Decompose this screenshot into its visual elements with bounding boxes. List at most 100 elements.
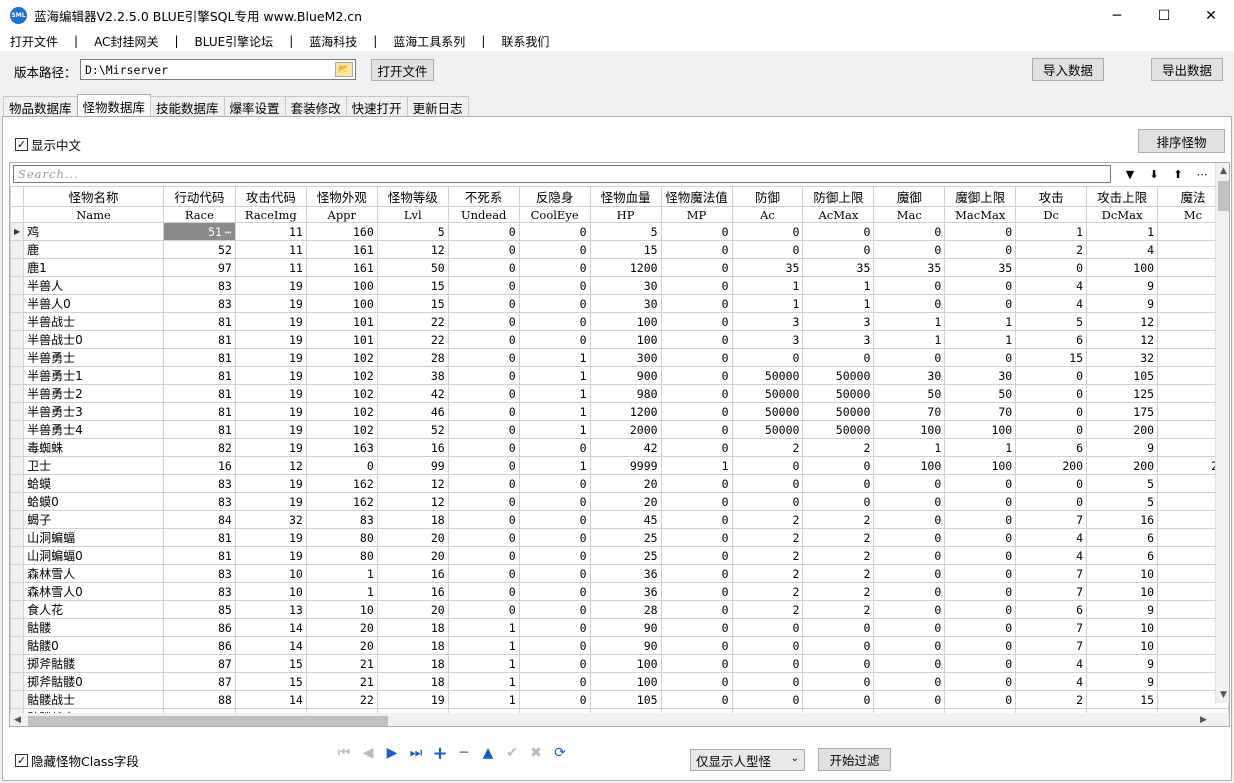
table-cell[interactable]: 86 [162,636,236,655]
table-cell[interactable]: 0 [944,294,1017,313]
table-cell[interactable]: 0 [518,672,591,691]
filter-icon[interactable]: ▼ [1118,166,1142,182]
table-cell[interactable]: 84 [162,510,236,529]
table-cell[interactable]: 0 [802,690,875,709]
table-cell[interactable]: 100 [305,276,378,295]
table-cell[interactable]: 1 [1086,222,1159,241]
table-row[interactable]: 蛤蟆 83 19 162 12 0 0 20 0 0 0 0 0 0 5 [10,474,1229,493]
column-header-cn[interactable]: 不死系 [447,186,520,207]
table-cell[interactable]: 0 [802,654,875,673]
table-cell[interactable]: 70 [944,402,1017,421]
table-cell[interactable]: 162 [305,474,378,493]
first-record-icon[interactable]: ⏮ [333,744,355,762]
table-cell[interactable]: 32 [1086,348,1159,367]
table-cell[interactable]: 7 [1015,582,1088,601]
column-header-cn[interactable]: 反隐身 [518,186,591,207]
table-cell[interactable]: 0 [1015,492,1088,511]
table-cell[interactable]: 0 [873,672,946,691]
table-cell[interactable]: 16 [376,564,449,583]
row-indicator[interactable] [10,276,25,295]
scroll-right-icon[interactable]: ▶ [1200,715,1207,725]
table-cell[interactable]: 2 [802,510,875,529]
table-cell[interactable]: 0 [447,240,520,259]
table-cell[interactable]: 4 [1015,672,1088,691]
table-cell[interactable]: 0 [660,618,733,637]
table-cell[interactable]: 83 [162,582,236,601]
table-cell[interactable]: 1 [873,330,946,349]
table-cell[interactable]: 101 [305,330,378,349]
column-header-en[interactable]: Undead [447,206,520,223]
table-cell[interactable]: 20 [376,600,449,619]
table-cell[interactable]: 19 [234,420,307,439]
table-cell[interactable]: 0 [1015,474,1088,493]
tab-skill-database[interactable]: 技能数据库 [150,96,225,117]
table-cell[interactable]: 0 [660,348,733,367]
table-cell[interactable]: 100 [305,294,378,313]
table-cell[interactable]: 0 [873,582,946,601]
table-cell[interactable]: 85 [162,600,236,619]
table-cell[interactable]: 0 [731,636,804,655]
scroll-down-icon[interactable]: ▼ [1220,690,1227,700]
table-row[interactable]: 山洞蝙蝠 81 19 80 20 0 0 25 0 2 2 0 0 4 6 [10,528,1229,547]
row-indicator[interactable] [10,636,25,655]
table-cell[interactable]: 0 [660,258,733,277]
row-indicator[interactable] [10,240,25,259]
table-cell[interactable]: 50 [873,384,946,403]
table-cell[interactable]: 86 [162,618,236,637]
table-cell[interactable]: 22 [305,690,378,709]
table-cell[interactable]: 10 [234,582,307,601]
table-cell[interactable]: 9999 [589,456,662,475]
horizontal-scroll-thumb[interactable] [28,716,388,726]
table-cell[interactable]: 105 [589,690,662,709]
start-filter-button[interactable]: 开始过滤 [818,748,891,771]
table-cell[interactable]: 45 [589,510,662,529]
table-row[interactable]: 掷斧骷髅0 87 15 21 18 1 0 100 0 0 0 0 0 4 9 [10,672,1229,691]
table-cell[interactable]: 6 [1015,600,1088,619]
table-cell[interactable]: 0 [447,294,520,313]
table-cell[interactable]: 18 [376,672,449,691]
column-header-cn[interactable]: 怪物血量 [589,186,662,207]
table-cell[interactable]: 2 [732,727,803,728]
maximize-button[interactable]: ☐ [1141,0,1187,31]
table-cell[interactable]: 15 [1015,348,1088,367]
table-cell[interactable]: 2 [731,564,804,583]
table-cell[interactable]: 0 [944,582,1017,601]
table-cell[interactable]: 5 [376,222,449,241]
table-cell[interactable]: 28 [589,600,662,619]
table-cell[interactable]: 16 [162,456,236,475]
row-indicator[interactable] [10,456,25,475]
table-cell[interactable]: 46 [376,402,449,421]
table-cell[interactable]: 100 [589,672,662,691]
search-input[interactable]: Search... [13,165,1111,183]
table-row[interactable]: 半兽人0 83 19 100 15 0 0 30 0 1 1 0 0 4 9 [10,294,1229,313]
table-cell[interactable]: 0 [447,258,520,277]
table-row[interactable]: 鹿1 97 11 161 50 0 0 1200 0 35 35 35 35 0 100 [10,258,1229,277]
table-row[interactable]: 卫士161209901999910010010020020020 [10,456,1229,475]
table-cell[interactable]: 16 [1086,510,1159,529]
table-cell[interactable]: 0 [944,510,1017,529]
table-cell[interactable]: 0 [731,690,804,709]
table-cell[interactable]: 10 [1086,618,1159,637]
menu-tools-series[interactable]: 蓝海工具系列 [391,33,467,50]
table-cell[interactable]: 0 [660,636,733,655]
table-cell[interactable]: 7 [1015,564,1088,583]
table-cell[interactable]: 0 [944,474,1017,493]
table-cell[interactable]: 2 [1015,240,1088,259]
horizontal-scrollbar[interactable]: ◀ ▶ [10,713,1229,726]
table-cell[interactable]: 0 [447,330,520,349]
row-indicator[interactable] [10,546,25,565]
table-cell[interactable]: 0 [660,438,733,457]
table-cell[interactable]: 0 [873,276,946,295]
column-header-en[interactable]: Race [162,206,236,223]
table-cell[interactable]: 20 [305,636,378,655]
monster-name-cell[interactable]: 半兽勇士4 [23,420,164,439]
row-indicator[interactable] [10,528,25,547]
table-cell[interactable]: 3 [731,330,804,349]
table-cell[interactable]: 0 [944,654,1017,673]
table-cell[interactable]: 30 [873,366,946,385]
table-cell[interactable]: 21 [305,672,378,691]
table-cell[interactable]: 0 [944,600,1017,619]
table-cell[interactable]: 0 [660,600,733,619]
table-cell[interactable]: 42 [589,438,662,457]
monster-name-cell[interactable]: 半兽战士0 [23,330,164,349]
